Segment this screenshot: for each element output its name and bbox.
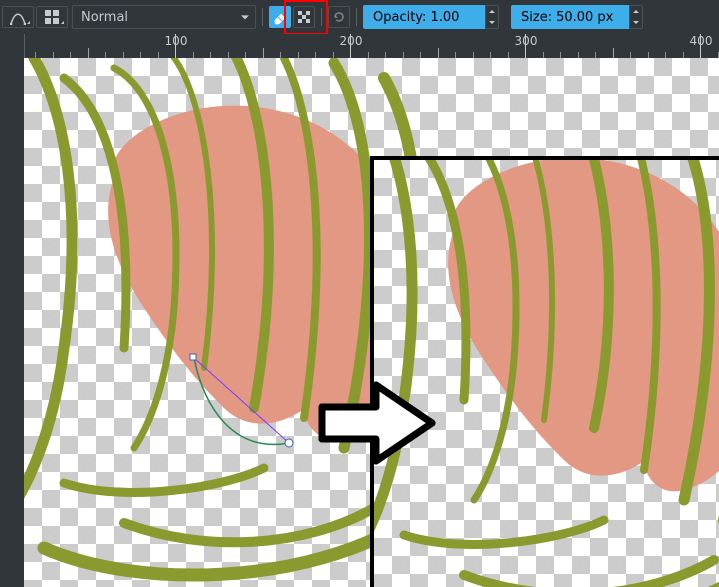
chevron-down-icon	[489, 21, 495, 24]
canvas-area[interactable]	[24, 58, 719, 587]
ruler-tick-label: 100	[162, 34, 190, 48]
curve-tool-icon	[10, 9, 26, 25]
reload-preset-button[interactable]	[328, 6, 350, 28]
comparison-arrow-icon	[314, 373, 444, 473]
separator	[260, 5, 265, 29]
ruler-tick-label: 200	[337, 34, 365, 48]
size-value: 50.00 px	[556, 10, 613, 25]
artwork-after	[370, 156, 719, 587]
blend-mode-value: Normal	[81, 10, 128, 25]
chevron-up-icon	[633, 10, 639, 13]
ruler-tick-major: 300	[525, 34, 526, 58]
ruler-corner	[0, 34, 25, 58]
ruler-tick-major: 400	[700, 34, 701, 58]
alpha-lock-icon	[296, 9, 312, 25]
chevron-up-icon	[489, 10, 495, 13]
ruler-horizontal: 100 200 300 400	[0, 34, 719, 58]
size-stepper[interactable]	[629, 5, 643, 29]
ruler-tick-label: 300	[512, 34, 540, 48]
opacity-value: 1.00	[430, 10, 459, 25]
opacity-stepper[interactable]	[485, 5, 499, 29]
ruler-tick-major: 100	[175, 34, 176, 58]
ruler-tick-label: 400	[687, 34, 715, 48]
separator	[354, 5, 359, 29]
size-spinner[interactable]: Size: 50.00 px	[511, 5, 643, 29]
brush-presets-button[interactable]	[36, 6, 68, 28]
toolbar: Normal	[0, 0, 719, 34]
chevron-down-icon	[241, 15, 249, 19]
ruler-tick	[88, 48, 89, 58]
ruler-tick	[438, 48, 439, 58]
result-panel	[370, 156, 719, 587]
ruler-tick-major: 200	[350, 34, 351, 58]
eraser-icon	[272, 9, 288, 25]
ruler-vertical	[0, 58, 24, 587]
alpha-lock-button[interactable]	[293, 6, 315, 28]
chevron-down-icon	[633, 21, 639, 24]
ruler-tick	[613, 48, 614, 58]
opacity-spinner[interactable]: Opacity: 1.00	[363, 5, 499, 29]
eraser-mode-button[interactable]	[269, 6, 291, 28]
reload-icon	[331, 9, 347, 25]
brush-presets-icon	[44, 9, 60, 25]
size-label: Size:	[521, 10, 552, 25]
ruler-tick	[263, 48, 264, 58]
blend-mode-dropdown[interactable]: Normal	[72, 5, 256, 29]
opacity-label: Opacity:	[373, 10, 426, 25]
curve-tool-button[interactable]	[2, 6, 34, 28]
separator	[319, 5, 324, 29]
